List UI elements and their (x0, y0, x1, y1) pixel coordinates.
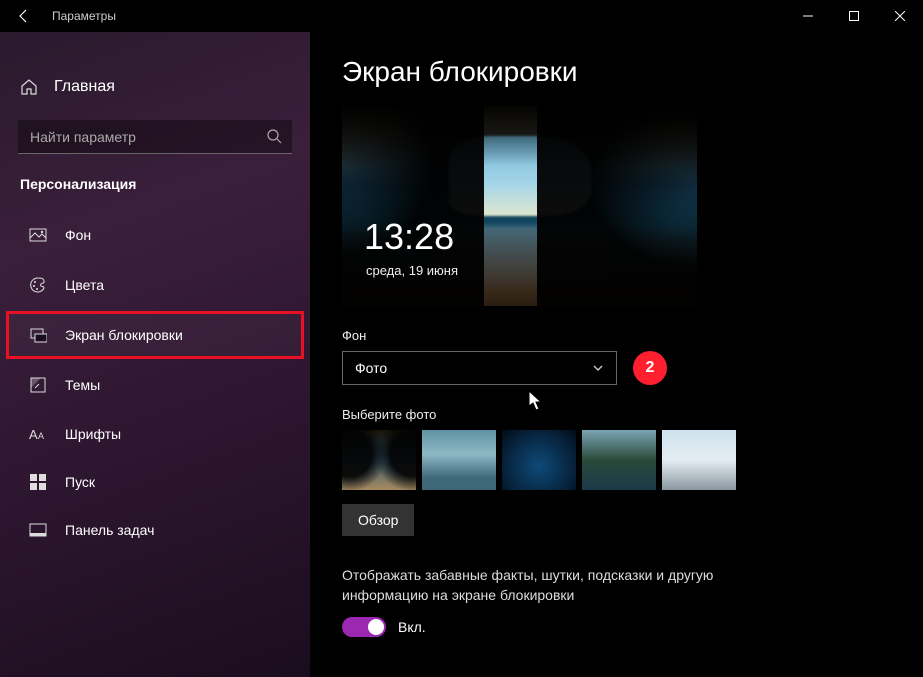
annotation-badge-text: 2 (646, 359, 655, 377)
browse-button[interactable]: Обзор (342, 504, 414, 536)
back-button[interactable] (8, 0, 40, 32)
sidebar-item-fonts[interactable]: AA Шрифты (6, 411, 304, 457)
section-title: Персонализация (0, 164, 310, 210)
lockscreen-icon (29, 326, 47, 344)
chevron-down-icon (592, 362, 604, 374)
fun-facts-description: Отображать забавные факты, шутки, подска… (342, 566, 762, 605)
toggle-knob (368, 619, 384, 635)
home-nav[interactable]: Главная (0, 68, 310, 106)
preview-time: 13:28 (364, 216, 454, 258)
choose-photo-label: Выберите фото (342, 407, 891, 422)
arrow-left-icon (16, 8, 32, 24)
page-title: Экран блокировки (342, 56, 891, 88)
photo-thumb-3[interactable] (502, 430, 576, 490)
maximize-button[interactable] (831, 0, 877, 32)
sidebar-item-background[interactable]: Фон (6, 211, 304, 259)
fonts-icon: AA (29, 426, 47, 442)
sidebar-item-taskbar[interactable]: Панель задач (6, 507, 304, 553)
background-select[interactable]: Фото (342, 351, 617, 385)
sidebar-item-label: Шрифты (65, 426, 121, 442)
sidebar: Главная Персонализация Фон Цвета (0, 32, 310, 677)
fun-facts-toggle-row: Вкл. (342, 617, 891, 637)
maximize-icon (849, 11, 859, 21)
background-label: Фон (342, 328, 891, 343)
sidebar-item-label: Темы (65, 377, 100, 393)
home-label: Главная (54, 78, 115, 96)
picture-icon (29, 226, 47, 244)
search-input[interactable] (18, 120, 292, 154)
sidebar-item-themes[interactable]: Темы (6, 361, 304, 409)
main-content: Экран блокировки 13:28 среда, 19 июня Фо… (310, 32, 923, 677)
fun-facts-toggle[interactable] (342, 617, 386, 637)
sidebar-item-label: Экран блокировки (65, 327, 183, 343)
photo-thumb-1[interactable] (342, 430, 416, 490)
palette-icon (29, 276, 47, 294)
minimize-icon (803, 11, 813, 21)
window-title: Параметры (52, 9, 116, 23)
sidebar-item-start[interactable]: Пуск (6, 459, 304, 505)
window-controls (785, 0, 923, 32)
annotation-badge: 2 (633, 351, 667, 385)
search-wrap (18, 120, 292, 154)
titlebar-left: Параметры (8, 0, 116, 32)
sidebar-item-lockscreen[interactable]: Экран блокировки (6, 311, 304, 359)
toggle-state-label: Вкл. (398, 619, 426, 635)
titlebar: Параметры (0, 0, 923, 32)
background-select-value: Фото (355, 360, 387, 376)
preview-date: среда, 19 июня (366, 263, 458, 278)
sidebar-item-label: Панель задач (65, 522, 154, 538)
photo-thumbnails (342, 430, 891, 490)
home-icon (20, 78, 38, 96)
photo-thumb-2[interactable] (422, 430, 496, 490)
photo-thumb-5[interactable] (662, 430, 736, 490)
close-icon (895, 11, 905, 21)
sidebar-item-colors[interactable]: Цвета (6, 261, 304, 309)
settings-window: Параметры Главная (0, 0, 923, 677)
sidebar-item-label: Фон (65, 227, 91, 243)
svg-text:A: A (29, 427, 38, 442)
sidebar-item-label: Цвета (65, 277, 104, 293)
preview-cave-right (537, 106, 697, 306)
minimize-button[interactable] (785, 0, 831, 32)
sidebar-item-label: Пуск (65, 474, 95, 490)
themes-icon (29, 376, 47, 394)
start-icon (29, 474, 47, 490)
lockscreen-preview: 13:28 среда, 19 июня (342, 106, 697, 306)
close-button[interactable] (877, 0, 923, 32)
background-select-row: Фото 2 (342, 351, 891, 385)
svg-text:A: A (38, 431, 44, 441)
content-body: Главная Персонализация Фон Цвета (0, 32, 923, 677)
photo-thumb-4[interactable] (582, 430, 656, 490)
taskbar-icon (29, 523, 47, 537)
